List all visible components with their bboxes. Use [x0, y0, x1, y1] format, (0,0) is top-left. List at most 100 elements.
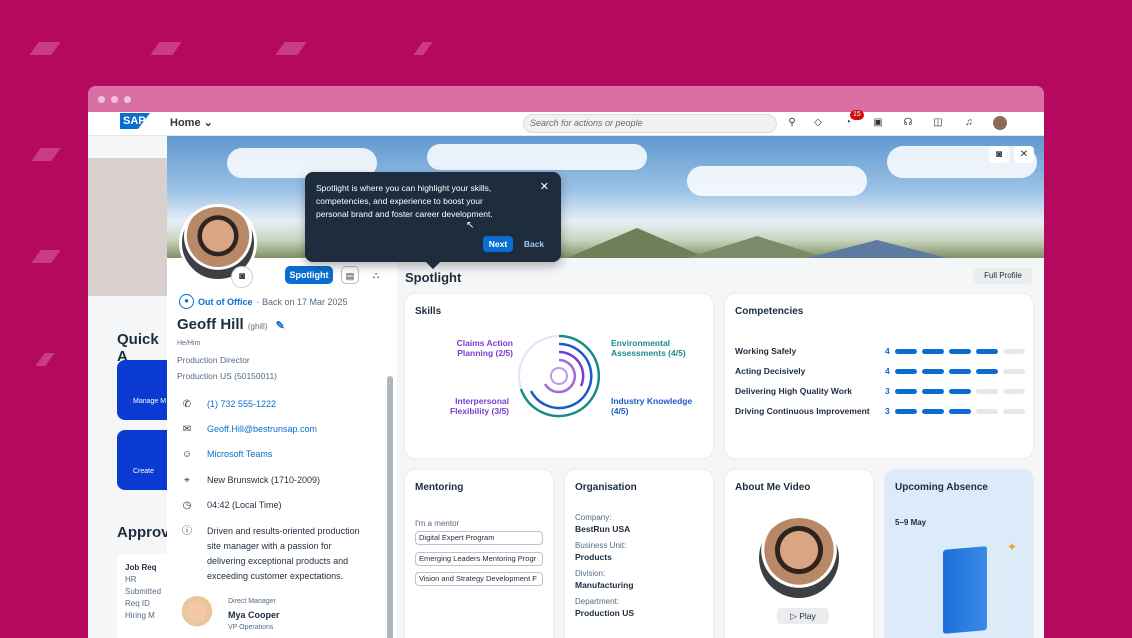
- profile-icon[interactable]: ▤: [341, 266, 359, 284]
- close-icon[interactable]: ✕: [1014, 146, 1034, 163]
- background-decoration: [413, 42, 433, 55]
- chat-icon[interactable]: ◫: [931, 116, 945, 130]
- person-icon: ●: [179, 294, 194, 309]
- info-icon: ⓘ: [182, 526, 192, 537]
- background-decoration: [35, 353, 55, 366]
- camera-icon[interactable]: ◙: [231, 266, 253, 288]
- mentor-program-chip[interactable]: Vision and Strategy Development F: [415, 572, 543, 586]
- competencies-title: Competencies: [735, 306, 804, 317]
- absence-card[interactable]: Upcoming Absence 5–9 May ✦: [885, 470, 1033, 638]
- teams-row[interactable]: ☺ Microsoft Teams: [181, 449, 381, 460]
- background-image: [88, 158, 168, 296]
- email-link[interactable]: Geoff.Hill@bestrunsap.com: [207, 424, 317, 434]
- email-row[interactable]: ✉ Geoff.Hill@bestrunsap.com: [181, 424, 381, 435]
- phone-row[interactable]: ✆ (1) 732 555-1222: [181, 399, 381, 410]
- mentoring-card[interactable]: Mentoring I'm a mentor Digital Expert Pr…: [405, 470, 553, 638]
- manager-avatar[interactable]: [179, 596, 215, 632]
- competency-bar-segment: [976, 369, 998, 374]
- competency-row[interactable]: Delivering High Quality Work 3: [735, 386, 1025, 398]
- company-value: BestRun USA: [575, 524, 630, 534]
- user-avatar[interactable]: [993, 116, 1007, 130]
- headset-icon[interactable]: ☊: [901, 116, 915, 130]
- background-decoration: [275, 42, 307, 55]
- window-dot[interactable]: [111, 95, 118, 103]
- camera-icon[interactable]: ◙: [989, 146, 1009, 163]
- competency-bar-segment: [976, 389, 998, 394]
- cursor-icon: ↖: [466, 220, 475, 231]
- skill-label[interactable]: Interpersonal Flexibility (3/5): [439, 396, 509, 416]
- search-input[interactable]: Search for actions or people: [523, 114, 777, 133]
- background-decoration: [31, 250, 61, 263]
- mail-icon: ✉: [182, 424, 192, 435]
- close-icon[interactable]: ✕: [540, 180, 549, 193]
- profile-name: Geoff Hill (ghill) ✎: [177, 316, 285, 333]
- background-decoration: [31, 148, 61, 161]
- competency-bar-segment: [922, 369, 944, 374]
- competencies-card[interactable]: Competencies Working Safely 4 Acting Decis…: [725, 294, 1033, 458]
- sap-logo[interactable]: SAP: [120, 113, 150, 129]
- spotlight-chip[interactable]: Spotlight: [285, 266, 333, 284]
- sparkle-icon: ✦: [1007, 540, 1018, 554]
- skill-label[interactable]: Environmental Assessments (4/5): [611, 338, 701, 358]
- competency-bar-segment: [922, 349, 944, 354]
- tooltip-text: Spotlight is where you can highlight you…: [316, 183, 493, 219]
- username: (ghill): [247, 322, 268, 331]
- location-row: ⌖ New Brunswick (1710-2009): [181, 475, 381, 486]
- name-text: Geoff Hill: [177, 316, 244, 333]
- skill-label[interactable]: Claims Action Planning (2/5): [443, 338, 513, 358]
- browser-window: SAP Home ⌄ Search for actions or people …: [88, 86, 1044, 638]
- competency-bar-segment: [976, 409, 998, 414]
- competency-bar-segment: [949, 369, 971, 374]
- skill-label[interactable]: Industry Knowledge (4/5): [611, 396, 701, 416]
- window-dot[interactable]: [124, 95, 131, 103]
- home-label: Home: [170, 117, 201, 129]
- clock-icon: ◷: [182, 500, 192, 511]
- play-icon: ▷: [790, 611, 797, 621]
- bu-name: Products: [575, 552, 612, 562]
- phone-icon: ✆: [182, 399, 192, 410]
- competency-row[interactable]: Acting Decisively 4: [735, 366, 1025, 378]
- video-thumbnail[interactable]: [759, 518, 839, 598]
- org-chart-icon[interactable]: ⛬: [367, 266, 385, 284]
- out-of-office-status: ● Out of Office · Back on 17 Mar 2025: [179, 294, 348, 309]
- job-card-line: Req ID: [125, 599, 150, 608]
- back-button[interactable]: Back: [518, 236, 550, 252]
- scrollbar[interactable]: [387, 376, 393, 638]
- window-titlebar: [88, 86, 1044, 112]
- phone-link[interactable]: (1) 732 555-1222: [207, 399, 276, 409]
- bell-icon[interactable]: ♫: [962, 116, 976, 130]
- teams-link[interactable]: Microsoft Teams: [207, 449, 272, 459]
- search-icon[interactable]: ⚲: [785, 116, 799, 130]
- competency-bar-segment: [895, 389, 917, 394]
- approvals-heading: Approv: [117, 524, 170, 541]
- joule-icon[interactable]: ◇: [811, 116, 825, 130]
- tile-label: Create: [133, 468, 155, 475]
- home-menu[interactable]: Home ⌄: [170, 116, 213, 129]
- job-request-card[interactable]: Job Req HR Submitted Req ID Hiring M: [117, 554, 172, 638]
- manager-label: Direct Manager: [228, 598, 276, 605]
- play-button[interactable]: ▷ Play: [777, 608, 829, 624]
- window-dot[interactable]: [98, 95, 105, 103]
- competency-row[interactable]: Working Safely 4: [735, 346, 1025, 358]
- tile-label: Manage M: [133, 398, 167, 405]
- spotlight-section: Spotlight Full Profile Skills Claims Act…: [405, 258, 1044, 638]
- edit-icon[interactable]: ✎: [276, 320, 285, 332]
- next-button[interactable]: Next: [483, 236, 513, 252]
- about-video-card[interactable]: About Me Video ▷ Play: [725, 470, 873, 638]
- organisation-card[interactable]: Organisation Company: BestRun USA Busine…: [565, 470, 713, 638]
- company-name: BestRun USA: [575, 524, 631, 534]
- profile-panel: ◙ ✕ ◙ Spotlight ▤ ⛬ ● Out of Office · Ba…: [167, 136, 1044, 638]
- skills-card[interactable]: Skills Claims Action Planning (2/5) Envi…: [405, 294, 713, 458]
- mentor-program-chip[interactable]: Digital Expert Program: [415, 531, 543, 545]
- competency-row[interactable]: Driving Continuous Improvement 3: [735, 406, 1025, 418]
- division-name: Manufacturing: [575, 580, 634, 590]
- manager-name[interactable]: Mya Cooper: [228, 610, 280, 620]
- full-profile-button[interactable]: Full Profile: [974, 268, 1032, 284]
- pronouns: He/Him: [177, 340, 201, 347]
- chevron-down-icon: ⌄: [203, 117, 213, 129]
- mountain: [807, 240, 947, 258]
- department-value: Production US: [575, 608, 634, 618]
- mentor-program-chip[interactable]: Emerging Leaders Mentoring Progr: [415, 552, 543, 566]
- competency-bar-segment: [1003, 409, 1025, 414]
- feedback-icon[interactable]: ▣: [871, 116, 885, 130]
